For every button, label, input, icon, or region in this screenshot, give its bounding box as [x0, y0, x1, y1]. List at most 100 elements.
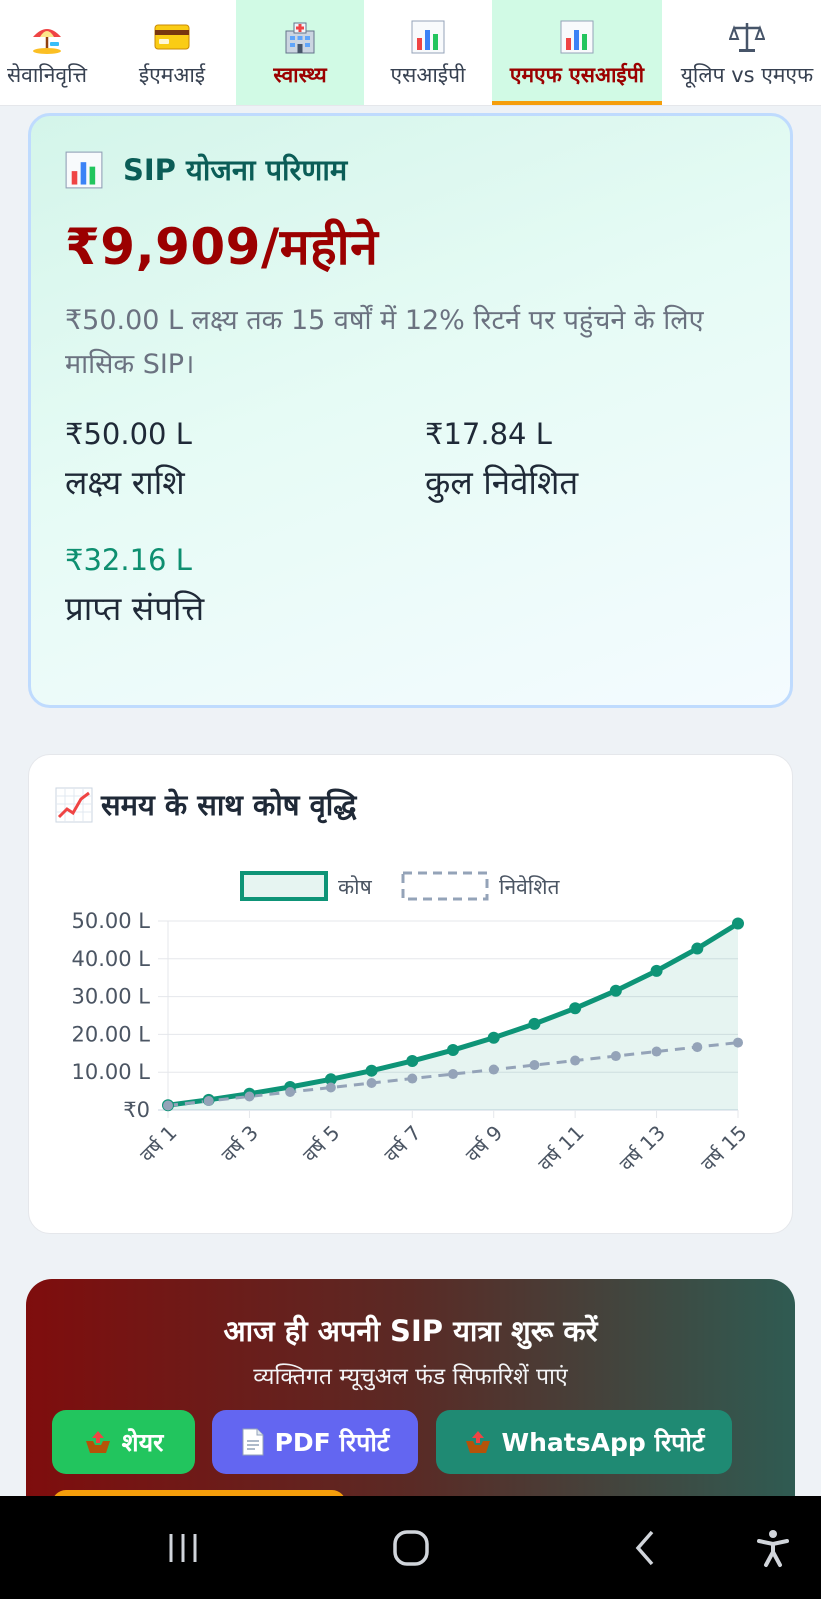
y-tick-label: 40.00 L: [72, 947, 151, 971]
data-point: [407, 1073, 418, 1084]
tab-label: एसआईपी: [390, 63, 466, 87]
tab-health[interactable]: स्वास्थ्य: [236, 0, 364, 105]
accessibility-icon: [757, 1529, 789, 1567]
x-tick-label: वर्ष 1: [135, 1121, 182, 1168]
growth-chart-card: समय के साथ कोष वृद्धि ₹0 10.00 L 20.00 L 30…: [28, 754, 793, 1234]
y-tick-label: 50.00 L: [72, 909, 151, 933]
back-button[interactable]: [612, 1496, 678, 1599]
data-point: [406, 1054, 419, 1067]
chart-areas: [168, 923, 738, 1110]
cta-subtitle: व्यक्तिगत म्यूचुअल फंड सिफारिशें पाएं: [253, 1364, 568, 1390]
tab-ulip-vs-mf[interactable]: यूलिप vs एमएफ: [662, 0, 821, 105]
share-button[interactable]: शेयर: [52, 1410, 195, 1474]
result-stats: ₹50.00 L लक्ष्य राशि ₹17.84 L कुल निवेशि…: [65, 417, 756, 657]
bar-chart-icon: [65, 151, 103, 189]
data-point: [163, 1100, 173, 1111]
recent-apps-icon: [169, 1533, 197, 1562]
stat-label: कुल निवेशित: [425, 463, 579, 502]
bar-chart-icon: [411, 17, 445, 57]
pdf-report-button[interactable]: PDF रिपोर्ट: [212, 1410, 418, 1474]
beach-umbrella-icon: [29, 17, 65, 57]
x-tick-label: वर्ष 7: [379, 1121, 426, 1168]
stat-target-amount: ₹50.00 L लक्ष्य राशि: [65, 417, 192, 504]
data-point: [610, 1051, 621, 1062]
data-point: [244, 1091, 255, 1102]
data-point: [650, 964, 663, 977]
data-point: [447, 1044, 459, 1057]
button-label: शेयर: [121, 1428, 164, 1457]
x-tick-label: वर्ष 11: [533, 1121, 589, 1177]
y-axis: ₹0 10.00 L 20.00 L 30.00 L 40.00 L 50.00 L: [72, 909, 151, 1122]
x-tick-label: वर्ष 3: [216, 1121, 263, 1168]
y-tick-label: 30.00 L: [72, 985, 151, 1009]
x-tick-label: वर्ष 15: [696, 1121, 752, 1177]
x-tick-label: वर्ष 9: [461, 1121, 508, 1168]
result-title-text: SIP योजना परिणाम: [123, 153, 348, 187]
tab-label: यूलिप vs एमएफ: [680, 63, 814, 87]
monthly-sip-amount: ₹9,909/महीने: [65, 218, 379, 276]
tab-label: ईएमआई: [138, 63, 206, 87]
data-point: [487, 1031, 500, 1044]
data-point: [448, 1069, 458, 1080]
back-icon: [635, 1530, 654, 1565]
data-point: [570, 1055, 581, 1066]
document-icon: [241, 1428, 265, 1456]
home-button[interactable]: [378, 1496, 444, 1599]
x-axis: वर्ष 1 वर्ष 3 वर्ष 5 वर्ष 7 वर्ष 9 वर्ष 11 वर्…: [135, 1121, 752, 1177]
legend-label-fund: कोष: [338, 875, 373, 899]
y-tick-label: 20.00 L: [72, 1022, 151, 1046]
legend-swatch-fund: [240, 871, 328, 901]
tab-mf-sip[interactable]: एमएफ एसआईपी: [492, 0, 662, 105]
whatsapp-report-button[interactable]: WhatsApp रिपोर्ट: [436, 1410, 732, 1474]
legend-swatch-invested: [401, 871, 489, 901]
legend-label-invested: निवेशित: [499, 875, 560, 899]
tab-emi[interactable]: ईएमआई: [108, 0, 236, 105]
home-icon: [393, 1529, 429, 1566]
data-point: [651, 1046, 662, 1057]
recent-apps-button[interactable]: [150, 1496, 216, 1599]
data-point: [692, 1042, 703, 1053]
button-label: PDF रिपोर्ट: [274, 1428, 390, 1457]
stat-label: लक्ष्य राशि: [65, 463, 185, 502]
stat-value: ₹17.84 L: [425, 417, 552, 451]
tab-label: सेवानिवृत्ति: [6, 63, 88, 87]
data-point: [609, 984, 622, 997]
stat-value: ₹32.16 L: [65, 543, 192, 577]
series-area: [168, 923, 738, 1110]
tab-retirement[interactable]: सेवानिवृत्ति: [0, 0, 108, 105]
calculator-tab-bar: सेवानिवृत्ति ईएमआई स्वास्थ्य एसआईपी एमएफ…: [0, 0, 821, 106]
data-point: [365, 1064, 378, 1077]
stat-label: प्राप्त संपत्ति: [65, 589, 205, 628]
bar-chart-icon: [560, 17, 594, 57]
system-navigation-bar: [0, 1496, 821, 1599]
data-point: [366, 1078, 377, 1089]
accessibility-button[interactable]: [740, 1496, 806, 1599]
tab-sip[interactable]: एसआईपी: [364, 0, 492, 105]
sip-result-card: SIP योजना परिणाम ₹9,909/महीने ₹50.00 L ल…: [28, 113, 793, 708]
fund-growth-line-chart: ₹0 10.00 L 20.00 L 30.00 L 40.00 L 50.00 L वर…: [72, 871, 752, 1177]
data-point: [528, 1017, 541, 1030]
data-point: [285, 1087, 296, 1098]
result-title: SIP योजना परिणाम: [65, 150, 756, 189]
stat-wealth-gained: ₹32.16 L प्राप्त संपत्ति: [65, 543, 204, 630]
data-point: [732, 917, 744, 930]
tab-label: स्वास्थ्य: [273, 63, 327, 87]
credit-card-icon: [154, 17, 190, 57]
balance-scale-icon: [729, 17, 765, 57]
data-point: [529, 1060, 540, 1071]
cta-title: आज ही अपनी SIP यात्रा शुरू करें: [223, 1314, 598, 1348]
y-tick-label: 10.00 L: [72, 1060, 151, 1084]
y-tick-label: ₹0: [123, 1098, 150, 1122]
stat-value: ₹50.00 L: [65, 417, 192, 451]
data-point: [488, 1064, 499, 1075]
x-tick-label: वर्ष 13: [615, 1121, 671, 1177]
data-point: [203, 1096, 214, 1107]
data-point: [569, 1002, 582, 1015]
hospital-icon: [282, 17, 318, 57]
button-label: WhatsApp रिपोर्ट: [501, 1428, 705, 1457]
data-point: [325, 1082, 336, 1093]
x-tick-label: वर्ष 5: [298, 1121, 345, 1168]
result-description: ₹50.00 L लक्ष्य तक 15 वर्षों में 12% रिट…: [65, 305, 704, 380]
outbox-tray-icon: [464, 1429, 492, 1455]
tab-label: एमएफ एसआईपी: [509, 63, 645, 87]
